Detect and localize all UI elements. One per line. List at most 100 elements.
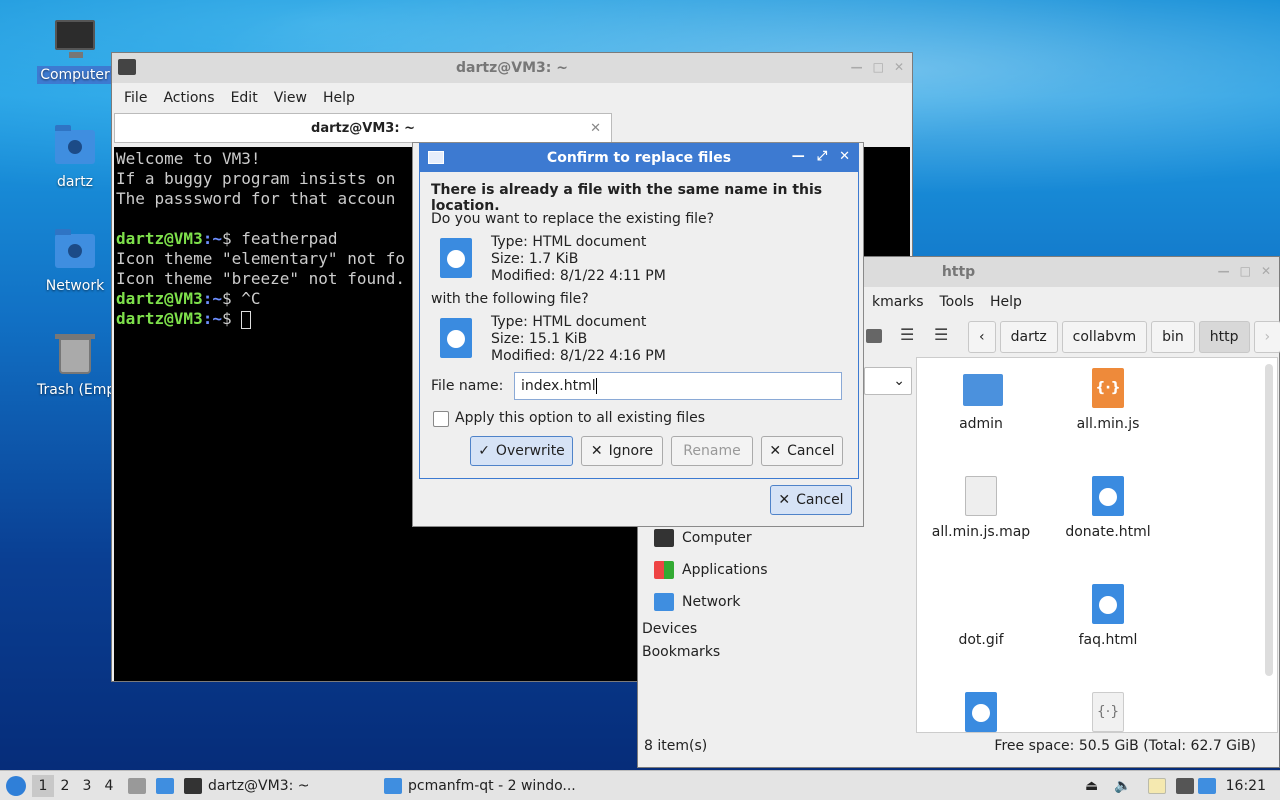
dialog-question: Do you want to replace the existing file…: [431, 211, 715, 227]
breadcrumb-back-icon[interactable]: ‹: [968, 321, 996, 353]
menu-file[interactable]: File: [116, 90, 155, 106]
network-tray-icon[interactable]: [1174, 777, 1196, 794]
file-manager-menubar: kmarks Tools Help: [860, 287, 1030, 317]
rename-button[interactable]: Rename: [671, 436, 753, 466]
outer-cancel-button[interactable]: ✕ Cancel: [770, 485, 852, 515]
incoming-file-size: Size: 15.1 KiB: [491, 331, 588, 347]
workspace-4[interactable]: 4: [98, 775, 120, 797]
minimize-icon[interactable]: —: [1218, 264, 1230, 278]
breadcrumb-bin[interactable]: bin: [1151, 321, 1195, 353]
file-item[interactable]: donate.html: [1048, 476, 1168, 540]
sidebar-item-label: Applications: [682, 562, 768, 578]
folder-icon: [384, 777, 402, 794]
desktop-icon-computer[interactable]: Computer: [37, 16, 113, 84]
menu-bookmarks[interactable]: kmarks: [864, 294, 931, 310]
filename-input[interactable]: index.html: [514, 372, 842, 400]
overwrite-button[interactable]: ✓ Overwrite: [470, 436, 573, 466]
close-icon[interactable]: ✕: [1261, 264, 1271, 278]
sidebar-item-computer[interactable]: Computer: [654, 529, 752, 547]
file-view[interactable]: admin {·} all.min.js all.min.js.map dona…: [916, 357, 1278, 733]
maximize-icon[interactable]: □: [1240, 264, 1251, 278]
html-file-icon: [1092, 584, 1124, 624]
file-item[interactable]: dot.gif: [921, 584, 1041, 648]
update-notifier-icon[interactable]: [1196, 777, 1218, 794]
side-pane-dropdown[interactable]: ⌄: [864, 367, 912, 395]
file-name: all.min.js: [1076, 416, 1140, 432]
maximize-icon[interactable]: □: [873, 60, 884, 74]
apply-all-label: Apply this option to all existing files: [455, 410, 706, 426]
clipboard-icon[interactable]: [1140, 777, 1174, 794]
sidebar-item-applications[interactable]: Applications: [654, 561, 768, 579]
start-menu-button[interactable]: [0, 775, 32, 796]
file-item[interactable]: {·}: [1048, 692, 1168, 740]
sidebar-item-network[interactable]: Network: [654, 593, 740, 611]
show-desktop-button[interactable]: [154, 777, 176, 794]
menu-help[interactable]: Help: [315, 90, 363, 106]
volume-icon[interactable]: 🔈: [1106, 778, 1139, 794]
minimize-icon[interactable]: —: [792, 149, 805, 164]
menu-edit[interactable]: Edit: [223, 90, 266, 106]
desktop-icon-label: Trash (Empt: [37, 382, 121, 398]
breadcrumb-http[interactable]: http: [1198, 321, 1250, 353]
sidebar-section-bookmarks[interactable]: Bookmarks: [642, 644, 720, 660]
compact-view-icon[interactable]: ☰: [900, 325, 914, 344]
applications-icon: [654, 561, 674, 579]
x-icon: ✕: [590, 443, 603, 459]
file-name: all.min.js.map: [931, 524, 1031, 540]
detail-view-icon[interactable]: ☰: [934, 325, 948, 344]
apply-all-checkbox[interactable]: [433, 411, 449, 427]
maximize-icon[interactable]: ⤢: [817, 149, 827, 164]
file-item[interactable]: all.min.js.map: [921, 476, 1041, 540]
desktop-icon-trash[interactable]: Trash (Empt: [37, 332, 121, 398]
breadcrumb-dartz[interactable]: dartz: [999, 321, 1058, 353]
taskbar: 1 2 3 4 dartz@VM3: ~ pcmanfm-qt - 2 wind…: [0, 770, 1280, 800]
file-item[interactable]: {·} all.min.js: [1048, 368, 1168, 432]
task-terminal[interactable]: dartz@VM3: ~: [176, 777, 376, 794]
breadcrumb-forward-icon[interactable]: ›: [1253, 321, 1280, 353]
menu-help[interactable]: Help: [982, 294, 1030, 310]
check-icon: ✓: [478, 443, 490, 459]
file-name: admin: [959, 416, 1003, 432]
tab-close-icon[interactable]: ✕: [590, 121, 601, 136]
file-name: faq.html: [1078, 632, 1138, 648]
file-manager-icon: [128, 777, 146, 794]
tray-eject-icon[interactable]: ⏏: [1077, 778, 1106, 794]
cancel-button[interactable]: ✕ Cancel: [761, 436, 843, 466]
existing-file-modified: Modified: 8/1/22 4:11 PM: [491, 268, 666, 284]
clock[interactable]: 16:21: [1218, 778, 1280, 794]
incoming-file-modified: Modified: 8/1/22 4:16 PM: [491, 348, 666, 364]
menu-view[interactable]: View: [266, 90, 315, 106]
sidebar-section-devices[interactable]: Devices: [642, 621, 697, 637]
desktop-icon-home[interactable]: dartz: [37, 124, 113, 190]
workspace-2[interactable]: 2: [54, 775, 76, 797]
terminal-titlebar[interactable]: dartz@VM3: ~ — □ ✕: [112, 53, 912, 83]
filename-label: File name:: [431, 378, 504, 394]
file-item[interactable]: [921, 692, 1041, 740]
file-manager-launcher[interactable]: [120, 777, 154, 794]
close-icon[interactable]: ✕: [839, 149, 850, 164]
desktop-icon-network[interactable]: Network: [37, 228, 113, 294]
computer-icon: [654, 529, 674, 547]
html-file-icon: [438, 318, 472, 360]
scrollbar[interactable]: [1265, 364, 1273, 676]
terminal-tab[interactable]: dartz@VM3: ~ ✕: [114, 113, 612, 143]
menu-tools[interactable]: Tools: [931, 294, 982, 310]
replace-files-dialog: Confirm to replace files — ⤢ ✕ There is al…: [412, 142, 864, 527]
workspace-1[interactable]: 1: [32, 774, 54, 797]
file-item[interactable]: admin: [921, 368, 1041, 432]
minimize-icon[interactable]: —: [851, 60, 863, 74]
ignore-button[interactable]: ✕ Ignore: [581, 436, 663, 466]
close-icon[interactable]: ✕: [894, 60, 904, 74]
image-view-icon[interactable]: [866, 329, 882, 343]
desktop-icon-label: dartz: [56, 174, 94, 190]
dialog-titlebar[interactable]: Confirm to replace files — ⤢ ✕: [420, 144, 858, 172]
computer-icon: [53, 16, 97, 60]
window-title: http: [941, 264, 976, 280]
incoming-file-type: Type: HTML document: [491, 314, 647, 330]
file-item[interactable]: faq.html: [1048, 584, 1168, 648]
workspace-3[interactable]: 3: [76, 775, 98, 797]
breadcrumb-collabvm[interactable]: collabvm: [1061, 321, 1148, 353]
desktop-icon-label: Network: [45, 278, 105, 294]
menu-actions[interactable]: Actions: [155, 90, 222, 106]
task-file-manager[interactable]: pcmanfm-qt - 2 windo...: [376, 777, 596, 794]
